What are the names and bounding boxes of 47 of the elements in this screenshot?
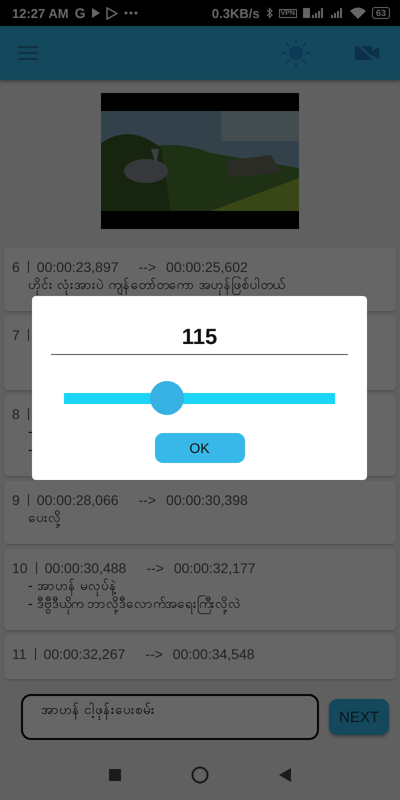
more-icon xyxy=(124,11,138,15)
end-time: 00:00:25,602 xyxy=(166,259,248,275)
subtitle-index: 6 xyxy=(12,259,20,275)
end-time: 00:00:34,548 xyxy=(172,646,255,662)
subtitle-card[interactable]: 9 00:00:28,066 --> 00:00:30,398 ပေးလို့ xyxy=(4,481,396,544)
arrow-text: --> xyxy=(138,492,156,508)
end-time: 00:00:32,177 xyxy=(174,560,256,576)
start-time: 00:00:32,267 xyxy=(44,646,126,662)
subtitle-index: 10 xyxy=(12,560,28,576)
back-icon xyxy=(279,768,291,782)
play-store-icon xyxy=(106,6,118,20)
subtitle-index: 8 xyxy=(12,406,20,422)
menu-icon[interactable] xyxy=(18,45,38,61)
subtitle-text: - ဒီဗွီဒီယိုက ဘာလို့ဒီလောက်အရေးကြီးလို့လဲ xyxy=(28,596,241,614)
subtitle-card[interactable]: 11 00:00:32,267 --> 00:00:34,548 xyxy=(4,635,396,679)
subtitle-index: 9 xyxy=(12,492,20,508)
slider-thumb[interactable] xyxy=(150,381,184,415)
start-time: 00:00:28,066 xyxy=(36,492,119,508)
subtitle-text: - အာဟန် မလုပ်နဲ့ xyxy=(28,578,117,596)
arrow-text: --> xyxy=(138,259,156,275)
ok-button[interactable]: OK xyxy=(154,433,244,463)
home-icon xyxy=(191,766,209,784)
wifi-icon xyxy=(350,7,366,19)
end-time: 00:00:30,398 xyxy=(166,492,248,508)
subtitle-index: 7 xyxy=(12,327,20,343)
signal-icon xyxy=(330,7,344,19)
google-icon: G xyxy=(74,5,86,21)
arrow-text: --> xyxy=(145,646,163,662)
start-time: 00:00:30,488 xyxy=(44,560,126,576)
bluetooth-icon xyxy=(266,7,273,19)
signal-icon xyxy=(302,7,325,19)
subtitle-text: - xyxy=(28,424,33,442)
square-icon xyxy=(109,769,121,781)
start-time: 00:00:23,897 xyxy=(36,259,119,275)
play-icon xyxy=(92,8,100,18)
subtitle-index: 11 xyxy=(12,646,27,662)
clock-time: 12:27 AM xyxy=(12,6,69,20)
subtitle-card[interactable]: 10 00:00:30,488 --> 00:00:32,177 - အာဟန် မလုပ်နဲ့ - ဒီဗွီဒီယိုက ဘာလို့ဒီလောက်အရေးကြီးလို့လဲ xyxy=(4,549,396,630)
subtitle-text: - xyxy=(28,442,33,460)
text-field[interactable]: အာဟန် ငါ့ဖုန်းပေးစမ်း xyxy=(21,694,319,740)
value-field[interactable]: 115 xyxy=(51,324,348,355)
subtitle-text: ပေးလို့ xyxy=(28,510,61,528)
battery-level: 63 xyxy=(372,7,390,19)
arrow-text: --> xyxy=(146,560,164,576)
subtitle-text: ဟိုင်း လုံးအားပဲ ကျန်တော်တကော အဟုန်ဖြစ်ပါတယ် xyxy=(28,277,284,295)
next-button[interactable]: NEXT xyxy=(329,699,389,735)
network-speed: 0.3KB/s xyxy=(212,6,260,20)
